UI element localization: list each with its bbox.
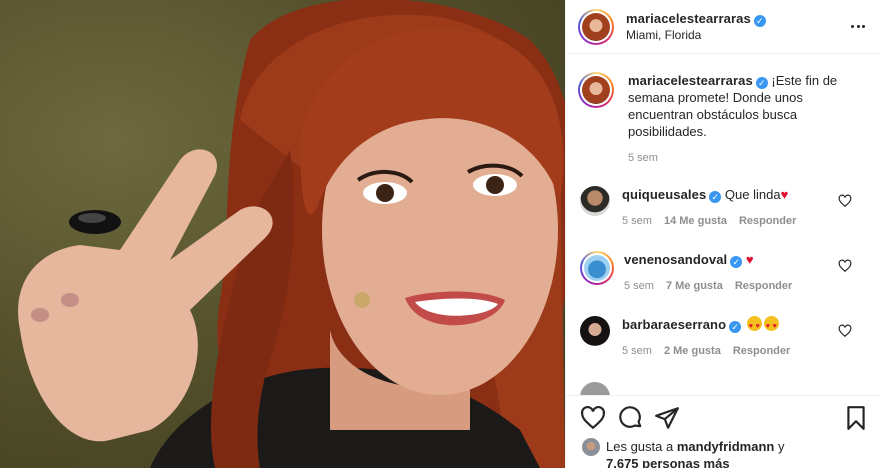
comment-avatar[interactable] xyxy=(580,251,614,285)
author-avatar-image xyxy=(582,12,610,41)
liker-avatar[interactable] xyxy=(582,438,600,456)
comment-likes[interactable]: 2 Me gusta xyxy=(664,345,721,357)
red-heart-emoji-icon: ♥ xyxy=(745,252,754,267)
instagram-post: mariacelestearraras ✓ Miami, Florida mari… xyxy=(0,0,880,468)
heart-eyes-emoji-icon xyxy=(763,316,779,335)
heart-eyes-emoji-icon xyxy=(746,316,762,335)
comment-like-heart-icon[interactable] xyxy=(838,259,852,273)
caption-time[interactable]: 5 sem xyxy=(628,150,854,167)
reply-button[interactable]: Responder xyxy=(735,280,792,292)
verified-badge-icon: ✓ xyxy=(729,321,742,333)
likes-count[interactable]: 7,675 personas más xyxy=(606,456,730,468)
author-info: mariacelestearraras ✓ Miami, Florida xyxy=(626,11,766,43)
comment-username[interactable]: quiqueusales xyxy=(622,187,706,202)
comment-time[interactable]: 5 sem xyxy=(622,345,652,357)
comment-time[interactable]: 5 sem xyxy=(624,280,654,292)
bookmark-icon[interactable] xyxy=(843,405,869,431)
more-options-icon[interactable] xyxy=(851,16,865,36)
comment-avatar[interactable] xyxy=(580,186,610,216)
verified-badge-icon: ✓ xyxy=(753,14,766,27)
post-photo[interactable] xyxy=(0,0,565,468)
comment-item: barbaraeserrano✓ 5 sem 2 Me gusta Responde… xyxy=(580,316,870,360)
caption-avatar[interactable] xyxy=(578,72,614,108)
reply-button[interactable]: Responder xyxy=(739,215,796,227)
verified-badge-icon: ✓ xyxy=(755,77,768,89)
comment-likes[interactable]: 14 Me gusta xyxy=(664,215,727,227)
comment-time[interactable]: 5 sem xyxy=(622,215,652,227)
comment-icon[interactable] xyxy=(618,405,644,431)
reply-button[interactable]: Responder xyxy=(733,345,790,357)
comment-username[interactable]: venenosandoval xyxy=(624,252,727,267)
comment-like-heart-icon[interactable] xyxy=(838,194,852,208)
likes-suffix: y xyxy=(777,439,785,454)
selfie-illustration xyxy=(18,0,565,468)
author-avatar[interactable] xyxy=(578,8,614,45)
comment-item: venenosandoval ✓ ♥ 5 sem 7 Me gusta Respond… xyxy=(580,251,870,295)
red-heart-emoji-icon: ♥ xyxy=(780,187,789,202)
comment-username[interactable]: barbaraeserrano xyxy=(622,317,726,332)
post-location[interactable]: Miami, Florida xyxy=(626,27,766,43)
comment-item: quiqueusales ✓ Que linda♥ 5 sem 14 Me gust… xyxy=(580,186,870,230)
caption-username[interactable]: mariacelestearraras xyxy=(628,73,753,88)
comment-likes[interactable]: 7 Me gusta xyxy=(666,280,723,292)
comment-item-partial xyxy=(580,382,870,395)
author-username[interactable]: mariacelestearraras xyxy=(626,11,751,26)
verified-badge-icon: ✓ xyxy=(709,191,722,203)
comment-text: Que linda xyxy=(724,187,781,202)
comment-avatar[interactable] xyxy=(580,316,610,346)
post-caption: mariacelestearraras ✓ ¡Este fin de semana… xyxy=(578,72,868,167)
post-actions: Les gusta a mandyfridmann y 7,675 person… xyxy=(566,395,880,468)
paper-plane-icon[interactable] xyxy=(654,405,680,431)
likes-summary: Les gusta a mandyfridmann y 7,675 person… xyxy=(582,438,784,468)
post-header: mariacelestearraras ✓ Miami, Florida xyxy=(566,0,880,54)
liker-username[interactable]: mandyfridmann xyxy=(677,439,775,454)
likes-prefix: Les gusta a xyxy=(606,439,674,454)
post-side-panel: mariacelestearraras ✓ Miami, Florida mari… xyxy=(565,0,880,468)
heart-icon[interactable] xyxy=(580,405,606,431)
comment-avatar[interactable] xyxy=(580,382,610,395)
verified-badge-icon: ✓ xyxy=(730,256,743,268)
comment-like-heart-icon[interactable] xyxy=(838,324,852,338)
comments-list[interactable]: mariacelestearraras ✓ ¡Este fin de semana… xyxy=(566,55,880,395)
